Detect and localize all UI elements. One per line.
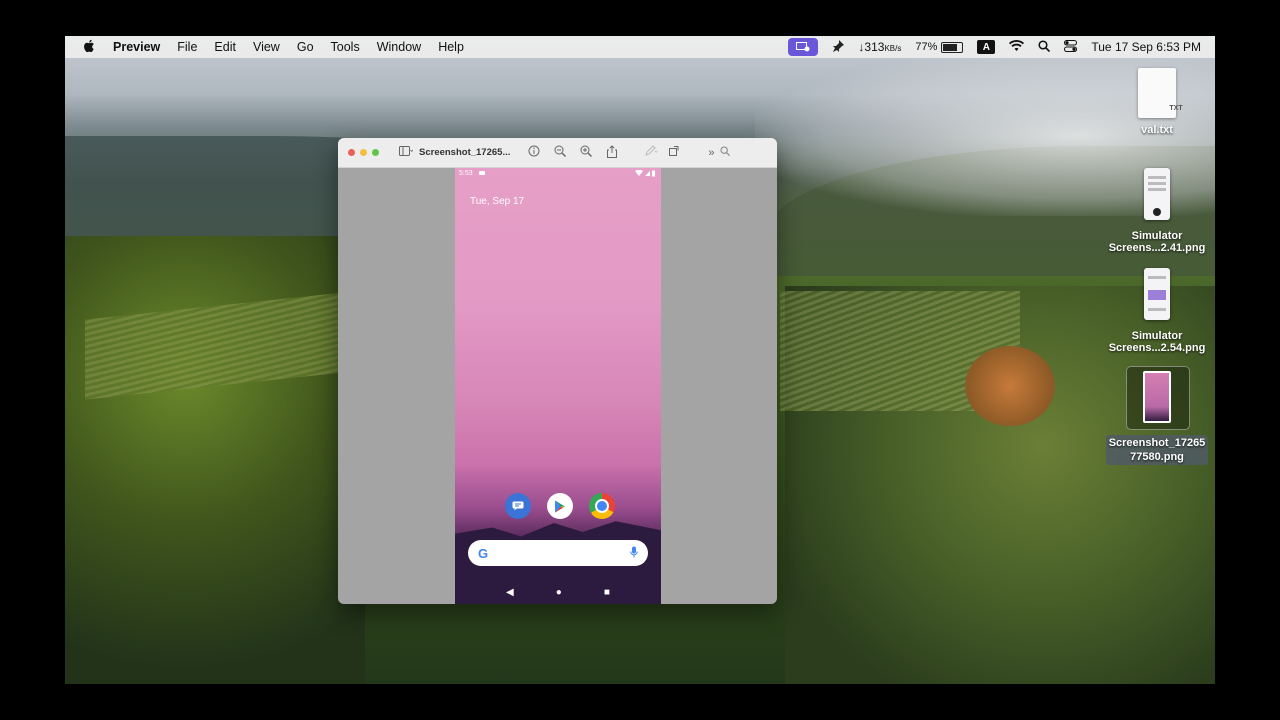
menu-app-name[interactable]: Preview — [113, 40, 160, 54]
desktop-file-simulator-2[interactable]: Simulator Screens...2.54.png — [1102, 268, 1212, 354]
play-store-icon — [547, 493, 573, 519]
zoom-in-icon[interactable] — [580, 145, 593, 160]
desktop-file-screenshot[interactable]: Screenshot_17265 77580.png — [1102, 371, 1212, 465]
close-button[interactable] — [348, 149, 355, 156]
apple-icon[interactable] — [81, 39, 97, 56]
phone-dock — [505, 493, 615, 519]
text-file-icon: TXT — [1138, 68, 1183, 118]
mic-icon — [630, 546, 638, 561]
phone-time: 5:53 — [459, 170, 473, 177]
menu-edit[interactable]: Edit — [214, 40, 236, 54]
menu-view[interactable]: View — [253, 40, 280, 54]
markup-icon[interactable] — [644, 145, 659, 160]
sidebar-icon[interactable] — [399, 146, 414, 159]
menu-tools[interactable]: Tools — [331, 40, 360, 54]
pin-icon[interactable] — [832, 39, 845, 55]
google-g-icon: G — [478, 545, 489, 561]
rotate-icon[interactable] — [668, 145, 680, 160]
background-tree — [965, 346, 1055, 426]
desktop-file-label-line2: Screens...2.54.png — [1108, 342, 1206, 354]
back-icon: ◀ — [506, 587, 514, 598]
window-title: Screenshot_17265... — [419, 147, 511, 158]
network-speed-value: ↓313 — [858, 40, 885, 54]
more-icon[interactable]: » — [708, 147, 714, 159]
zoom-button[interactable] — [372, 149, 379, 156]
phone-date: Tue, Sep 17 — [470, 196, 525, 207]
image-file-icon — [1144, 168, 1170, 220]
battery-percent: 77% — [915, 41, 938, 53]
menu-file[interactable]: File — [177, 40, 197, 54]
preview-window[interactable]: Screenshot_17265... » 5:53 Tue, Sep 17 G… — [338, 138, 777, 604]
battery-fill — [943, 43, 958, 51]
screen-share-icon[interactable] — [788, 38, 819, 56]
network-speed[interactable]: ↓313KB/s — [858, 40, 901, 54]
desktop: Preview File Edit View Go Tools Window H… — [65, 36, 1215, 684]
notification-icon — [478, 171, 485, 175]
control-center-icon[interactable] — [1064, 39, 1078, 55]
desktop-file-label-line2: Screens...2.41.png — [1108, 242, 1206, 254]
menu-window[interactable]: Window — [377, 40, 421, 54]
google-search-bar: G — [468, 540, 648, 566]
desktop-file-label-line1: Screenshot_17265 — [1108, 437, 1206, 449]
info-icon[interactable] — [528, 145, 540, 160]
menubar-clock[interactable]: Tue 17 Sep 6:53 PM — [1091, 40, 1201, 54]
keyboard-input-indicator[interactable]: A — [977, 40, 996, 54]
minimize-button[interactable] — [360, 149, 367, 156]
phone-signal-icons — [635, 169, 657, 179]
desktop-file-simulator-1[interactable]: Simulator Screens...2.41.png — [1102, 168, 1212, 254]
share-icon[interactable] — [606, 144, 618, 161]
search-icon[interactable] — [1038, 39, 1051, 55]
desktop-file-val-txt[interactable]: TXT val.txt — [1102, 68, 1212, 136]
chrome-icon — [589, 493, 615, 519]
desktop-file-label-line1: Simulator — [1131, 330, 1183, 342]
zoom-out-icon[interactable] — [554, 145, 567, 160]
phone-nav-bar: ◀ ● ■ — [455, 587, 661, 598]
image-file-icon — [1143, 371, 1171, 423]
window-titlebar[interactable]: Screenshot_17265... » — [338, 138, 777, 168]
android-screenshot: 5:53 Tue, Sep 17 G ◀ ● ■ — [455, 168, 661, 604]
battery-icon — [941, 41, 964, 53]
desktop-file-label-line2: 77580.png — [1130, 451, 1184, 463]
menu-help[interactable]: Help — [438, 40, 464, 54]
messages-icon — [505, 493, 531, 519]
battery-status[interactable]: 77% — [915, 41, 964, 53]
desktop-file-label: val.txt — [1141, 124, 1173, 136]
desktop-file-label-line1: Simulator — [1131, 230, 1183, 242]
file-ext: TXT — [1169, 105, 1183, 112]
home-icon: ● — [555, 587, 562, 598]
image-file-icon — [1144, 268, 1170, 320]
search-icon[interactable] — [720, 146, 731, 159]
network-speed-unit: KB/s — [884, 44, 902, 53]
wifi-icon[interactable] — [1009, 40, 1025, 54]
phone-status-bar: 5:53 — [459, 169, 657, 179]
desktop-file-label-selected: Screenshot_17265 77580.png — [1105, 435, 1209, 465]
menu-go[interactable]: Go — [297, 40, 314, 54]
recents-icon: ■ — [603, 587, 610, 598]
menu-bar: Preview File Edit View Go Tools Window H… — [65, 36, 1215, 58]
